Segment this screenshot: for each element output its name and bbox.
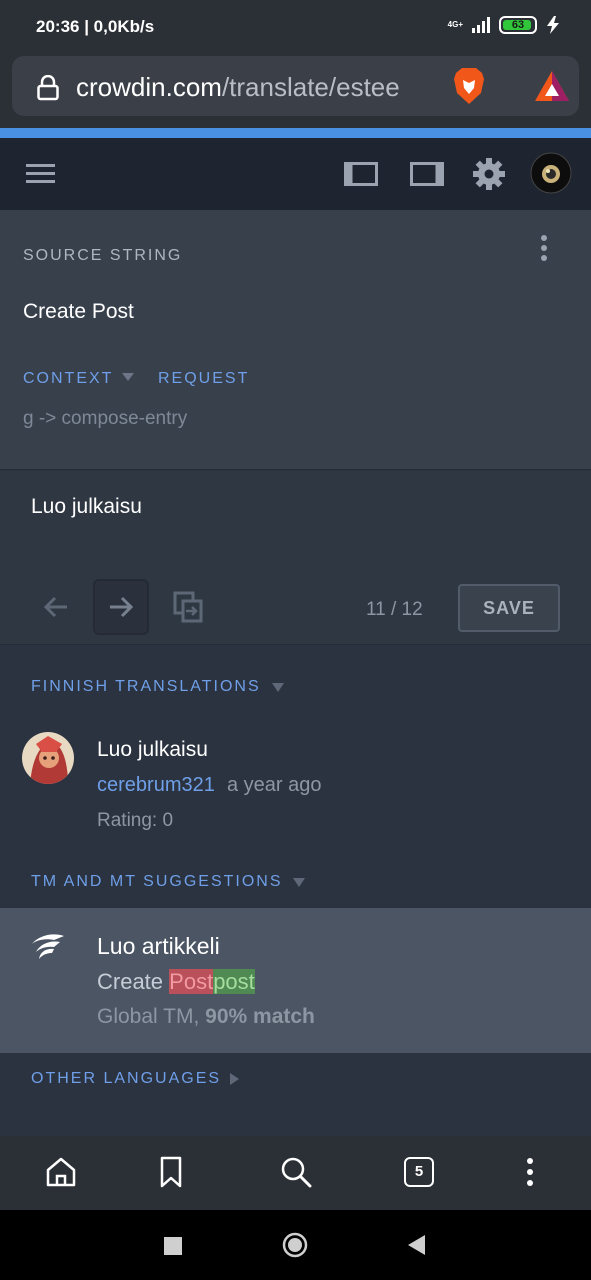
tm-suggestion-item[interactable]: Luo artikkeli Create Postpost Global TM,… — [0, 908, 591, 1053]
search-icon[interactable] — [280, 1156, 312, 1188]
copy-source-icon — [173, 591, 203, 623]
home-nav-icon[interactable] — [282, 1232, 308, 1258]
translation-memory-icon — [32, 934, 64, 959]
source-string-panel: SOURCE STRING Create Post CONTEXT REQUES… — [0, 210, 591, 470]
url-path: /translate/estee — [221, 72, 400, 102]
app-header — [0, 138, 591, 210]
copy-source-button[interactable] — [160, 579, 216, 635]
overflow-menu-icon[interactable] — [526, 1156, 534, 1188]
diff-deleted: Post — [169, 969, 214, 994]
diff-inserted: post — [213, 969, 255, 994]
right-panel-toggle-icon[interactable] — [410, 162, 444, 186]
string-counter: 11 / 12 — [366, 599, 423, 620]
status-time: 20:36 | 0,0Kb/s — [36, 17, 155, 36]
other-languages-title[interactable]: OTHER LANGUAGES — [31, 1070, 221, 1088]
user-avatar[interactable] — [530, 152, 572, 194]
browser-bottom-bar: 5 — [0, 1136, 591, 1210]
translator-avatar — [22, 732, 74, 784]
signal-icon — [472, 17, 490, 33]
suggestions-title[interactable]: TM AND MT SUGGESTIONS — [31, 873, 283, 891]
network-type: 4G+ — [447, 20, 463, 29]
bat-rewards-icon[interactable] — [534, 70, 570, 102]
bookmark-icon[interactable] — [158, 1156, 184, 1188]
left-panel-toggle-icon[interactable] — [344, 162, 378, 186]
diff-unchanged: Create — [97, 969, 170, 994]
source-string-text: Create Post — [23, 300, 134, 323]
home-icon[interactable] — [45, 1156, 77, 1188]
lock-icon — [37, 75, 59, 101]
android-navigation-bar — [0, 1210, 591, 1280]
address-bar[interactable]: crowdin.com/translate/estee — [12, 56, 579, 116]
context-tab[interactable]: CONTEXT — [23, 370, 113, 388]
battery-icon: 63 — [499, 16, 537, 34]
translation-input[interactable]: Luo julkaisu — [31, 495, 142, 519]
url-text[interactable]: crowdin.com/translate/estee — [76, 72, 400, 103]
back-nav-icon[interactable] — [408, 1235, 426, 1255]
status-bar: 20:36 | 0,0Kb/s 4G+ 63 — [0, 0, 591, 56]
url-domain: crowdin.com — [76, 72, 222, 102]
request-tab[interactable]: REQUEST — [158, 370, 249, 388]
browser-toolbar: crowdin.com/translate/estee — [0, 56, 591, 128]
battery-level: 63 — [511, 19, 525, 31]
context-dropdown-icon[interactable] — [122, 373, 134, 381]
charging-icon — [547, 16, 559, 34]
save-button[interactable]: SAVE — [458, 584, 560, 632]
more-options-icon[interactable] — [540, 234, 548, 262]
suggestions-dropdown-icon[interactable] — [293, 878, 305, 887]
translation-time: a year ago — [227, 774, 322, 796]
translation-rating: Rating: 0 — [97, 810, 174, 831]
translation-editor: Luo julkaisu 11 / 12 SAVE — [0, 471, 591, 645]
suggestion-source-diff: Create Postpost — [97, 969, 255, 995]
finnish-translations-title[interactable]: FINNISH TRANSLATIONS — [31, 678, 261, 696]
page-load-progress — [0, 128, 591, 138]
recents-icon[interactable] — [164, 1237, 182, 1255]
next-string-button[interactable] — [93, 579, 149, 635]
status-icons: 4G+ 63 — [448, 16, 561, 34]
hamburger-menu-icon[interactable] — [26, 163, 56, 185]
match-source: Global TM, — [97, 1005, 206, 1028]
arrow-left-icon — [43, 596, 67, 618]
translations-list: FINNISH TRANSLATIONS Luo julkaisu cerebr… — [0, 646, 591, 1136]
suggestion-match-info: Global TM, 90% match — [97, 1005, 315, 1029]
translator-name-link[interactable]: cerebrum321 — [97, 774, 215, 797]
tabs-button[interactable]: 5 — [404, 1157, 434, 1187]
brave-shields-icon[interactable] — [452, 67, 486, 105]
previous-string-button[interactable] — [28, 579, 84, 635]
context-value: g -> compose-entry — [23, 408, 188, 429]
arrow-right-icon — [110, 596, 134, 618]
finnish-dropdown-icon[interactable] — [272, 683, 284, 692]
source-string-title: SOURCE STRING — [23, 247, 183, 264]
finnish-translation-text: Luo julkaisu — [97, 738, 208, 761]
suggestion-text: Luo artikkeli — [97, 933, 220, 959]
match-percent: 90% match — [205, 1005, 315, 1028]
settings-gear-icon[interactable] — [473, 158, 505, 190]
other-languages-expand-icon[interactable] — [230, 1073, 239, 1085]
